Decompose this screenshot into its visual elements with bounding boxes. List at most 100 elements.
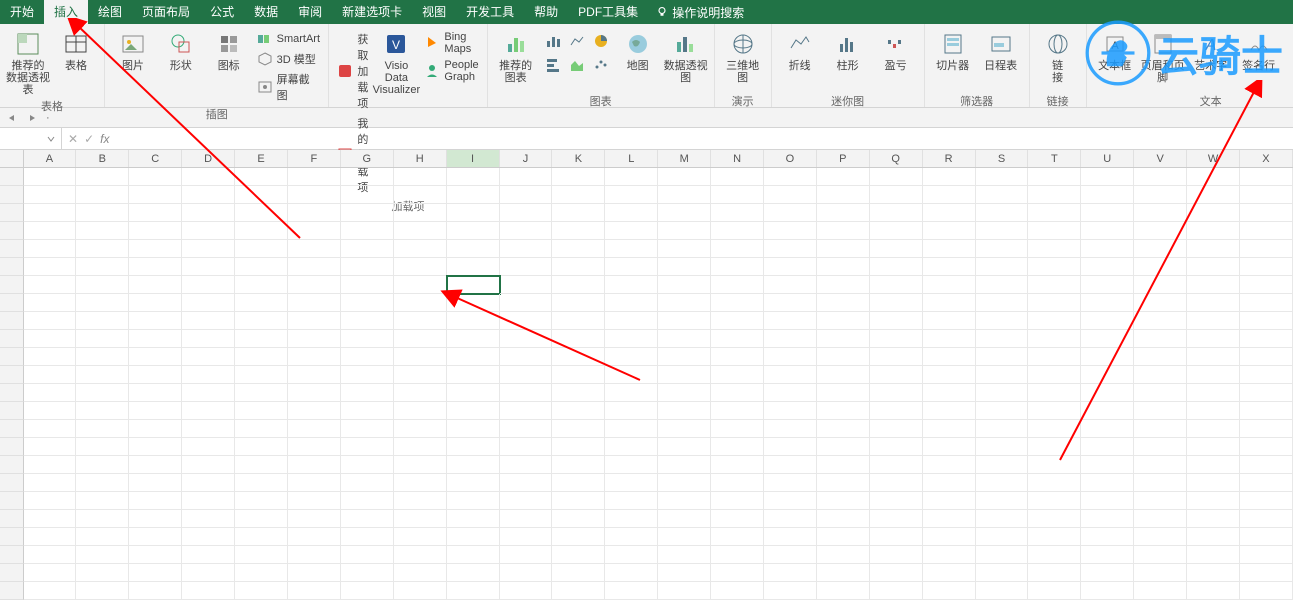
cell-X9[interactable]: [1240, 312, 1293, 330]
cell-M14[interactable]: [658, 402, 711, 420]
cell-O20[interactable]: [764, 510, 817, 528]
cell-A4[interactable]: [24, 222, 77, 240]
cell-L22[interactable]: [605, 546, 658, 564]
cell-M12[interactable]: [658, 366, 711, 384]
cell-I18[interactable]: [447, 474, 500, 492]
cell-D17[interactable]: [182, 456, 235, 474]
cell-Q11[interactable]: [870, 348, 923, 366]
cell-C19[interactable]: [129, 492, 182, 510]
cell-I9[interactable]: [447, 312, 500, 330]
cell-O12[interactable]: [764, 366, 817, 384]
cell-I17[interactable]: [447, 456, 500, 474]
cell-I8[interactable]: [447, 294, 500, 312]
cell-O5[interactable]: [764, 240, 817, 258]
cell-M10[interactable]: [658, 330, 711, 348]
col-header-Q[interactable]: Q: [870, 150, 923, 167]
cell-M1[interactable]: [658, 168, 711, 186]
cell-S8[interactable]: [976, 294, 1029, 312]
spark-winloss-button[interactable]: 盈亏: [874, 26, 918, 72]
cell-V24[interactable]: [1134, 582, 1187, 600]
cell-G4[interactable]: [341, 222, 394, 240]
col-header-X[interactable]: X: [1240, 150, 1293, 167]
cell-P14[interactable]: [817, 402, 870, 420]
cell-S15[interactable]: [976, 420, 1029, 438]
cell-T3[interactable]: [1028, 204, 1081, 222]
cell-C2[interactable]: [129, 186, 182, 204]
cell-B7[interactable]: [76, 276, 129, 294]
cell-B2[interactable]: [76, 186, 129, 204]
cell-X8[interactable]: [1240, 294, 1293, 312]
spark-line-button[interactable]: 折线: [778, 26, 822, 72]
cell-A23[interactable]: [24, 564, 77, 582]
cell-X14[interactable]: [1240, 402, 1293, 420]
cell-P5[interactable]: [817, 240, 870, 258]
cell-P2[interactable]: [817, 186, 870, 204]
cell-G2[interactable]: [341, 186, 394, 204]
cell-E6[interactable]: [235, 258, 288, 276]
cell-C13[interactable]: [129, 384, 182, 402]
cell-G19[interactable]: [341, 492, 394, 510]
cell-O17[interactable]: [764, 456, 817, 474]
cell-J16[interactable]: [500, 438, 553, 456]
cell-G16[interactable]: [341, 438, 394, 456]
cell-F20[interactable]: [288, 510, 341, 528]
row-header-8[interactable]: [0, 294, 24, 312]
cell-I19[interactable]: [447, 492, 500, 510]
cell-C17[interactable]: [129, 456, 182, 474]
cell-K14[interactable]: [552, 402, 605, 420]
cell-A2[interactable]: [24, 186, 77, 204]
cell-F16[interactable]: [288, 438, 341, 456]
cell-V9[interactable]: [1134, 312, 1187, 330]
cell-Q14[interactable]: [870, 402, 923, 420]
cell-F8[interactable]: [288, 294, 341, 312]
cell-A5[interactable]: [24, 240, 77, 258]
cell-E8[interactable]: [235, 294, 288, 312]
cell-U22[interactable]: [1081, 546, 1134, 564]
cell-A24[interactable]: [24, 582, 77, 600]
cell-F21[interactable]: [288, 528, 341, 546]
cell-R21[interactable]: [923, 528, 976, 546]
cell-H18[interactable]: [394, 474, 447, 492]
cell-O3[interactable]: [764, 204, 817, 222]
cell-Q9[interactable]: [870, 312, 923, 330]
cell-O24[interactable]: [764, 582, 817, 600]
cell-T7[interactable]: [1028, 276, 1081, 294]
cell-V6[interactable]: [1134, 258, 1187, 276]
cell-V10[interactable]: [1134, 330, 1187, 348]
cell-R11[interactable]: [923, 348, 976, 366]
cell-S19[interactable]: [976, 492, 1029, 510]
cell-J5[interactable]: [500, 240, 553, 258]
row-header-24[interactable]: [0, 582, 24, 600]
cell-Q3[interactable]: [870, 204, 923, 222]
cell-F1[interactable]: [288, 168, 341, 186]
cell-X18[interactable]: [1240, 474, 1293, 492]
cell-W21[interactable]: [1187, 528, 1240, 546]
cell-E3[interactable]: [235, 204, 288, 222]
cell-P23[interactable]: [817, 564, 870, 582]
cell-O1[interactable]: [764, 168, 817, 186]
col-header-E[interactable]: E: [235, 150, 288, 167]
cell-G22[interactable]: [341, 546, 394, 564]
cell-P7[interactable]: [817, 276, 870, 294]
cell-Q2[interactable]: [870, 186, 923, 204]
cell-O19[interactable]: [764, 492, 817, 510]
cell-C10[interactable]: [129, 330, 182, 348]
cell-U20[interactable]: [1081, 510, 1134, 528]
cell-J6[interactable]: [500, 258, 553, 276]
cell-U19[interactable]: [1081, 492, 1134, 510]
cell-U1[interactable]: [1081, 168, 1134, 186]
row-header-20[interactable]: [0, 510, 24, 528]
cell-J24[interactable]: [500, 582, 553, 600]
tab-pdf[interactable]: PDF工具集: [568, 0, 648, 24]
cell-W5[interactable]: [1187, 240, 1240, 258]
cell-U3[interactable]: [1081, 204, 1134, 222]
cell-D19[interactable]: [182, 492, 235, 510]
cell-X16[interactable]: [1240, 438, 1293, 456]
cell-A14[interactable]: [24, 402, 77, 420]
cell-R18[interactable]: [923, 474, 976, 492]
cell-T5[interactable]: [1028, 240, 1081, 258]
cell-W12[interactable]: [1187, 366, 1240, 384]
cell-T21[interactable]: [1028, 528, 1081, 546]
tab-review[interactable]: 审阅: [288, 0, 332, 24]
cell-K18[interactable]: [552, 474, 605, 492]
